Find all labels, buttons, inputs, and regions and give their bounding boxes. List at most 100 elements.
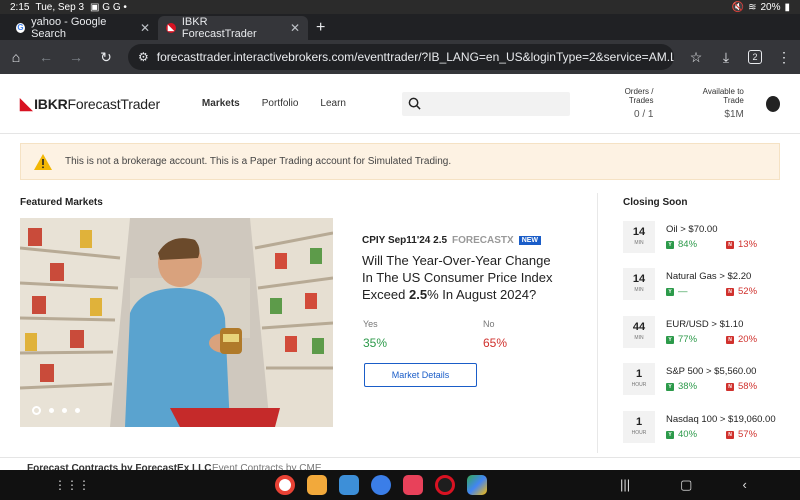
address-bar[interactable]: ⚙ forecasttrader.interactivebrokers.com/… (128, 44, 674, 70)
market-details-button[interactable]: Market Details (364, 363, 477, 387)
yes-price[interactable]: Y 77% (666, 334, 708, 345)
camera-icon[interactable] (403, 475, 423, 495)
banner-text: This is not a brokerage account. This is… (65, 156, 452, 167)
browser-tab-ibkr[interactable]: ◣ IBKR ForecastTrader ✕ (158, 16, 308, 40)
tab-switcher-button[interactable]: 2 (748, 50, 762, 64)
carousel-dot[interactable] (49, 408, 54, 413)
play-store-icon[interactable] (467, 475, 487, 495)
no-icon: N (726, 240, 734, 249)
download-icon[interactable]: ⤓ (718, 49, 734, 66)
closing-item-eur-usd[interactable]: 44 MIN EUR/USD > $1.10 Y 77% N 20% (623, 316, 788, 350)
yes-price[interactable]: 35% (363, 336, 387, 350)
time-remaining: 14 MIN (623, 221, 655, 253)
browser-toolbar: ⌂ ← → ↻ ⚙ forecasttrader.interactivebrok… (0, 40, 800, 74)
google-icon: G (16, 23, 26, 33)
user-account-icon[interactable] (765, 95, 780, 112)
contract-title: Natural Gas > $2.20 (666, 271, 752, 282)
grocery-shopper-image (20, 218, 333, 427)
ibkr-app-icon[interactable] (435, 475, 455, 495)
yes-label: Yes (363, 319, 378, 329)
yes-icon: Y (666, 240, 674, 249)
paper-trading-banner: This is not a brokerage account. This is… (20, 143, 780, 180)
search-input[interactable] (402, 91, 571, 116)
carousel-dot[interactable] (62, 408, 67, 413)
no-price[interactable]: N 13% (726, 239, 768, 250)
home-button-icon[interactable]: ▢ (680, 477, 692, 493)
back-button-icon[interactable]: ‹ (742, 477, 746, 493)
warning-icon (34, 153, 52, 170)
battery-level: 20% (760, 1, 781, 13)
contract-title: S&P 500 > $5,560.00 (666, 366, 757, 377)
home-icon[interactable]: ⌂ (8, 49, 24, 65)
site-settings-icon[interactable]: ⚙ (138, 50, 149, 64)
close-icon[interactable]: ✕ (290, 21, 300, 35)
site-header: ◣ IBKR ForecastTrader Markets Portfolio L… (0, 74, 800, 134)
contract-title: Nasdaq 100 > $19,060.00 (666, 414, 776, 425)
carousel-dots[interactable] (32, 406, 80, 415)
close-icon[interactable]: ✕ (140, 21, 150, 35)
no-price[interactable]: N 58% (726, 381, 768, 392)
closing-item-natural-gas[interactable]: 14 MIN Natural Gas > $2.20 Y — N 52% (623, 268, 788, 302)
ibkr-favicon-icon: ◣ (166, 23, 176, 33)
yes-icon: Y (666, 382, 674, 391)
battery-icon: ▮ (784, 1, 790, 13)
orders-trades[interactable]: Orders / Trades 0 / 1 (604, 87, 654, 120)
no-price[interactable]: 65% (483, 336, 507, 350)
nav-learn[interactable]: Learn (320, 98, 346, 109)
yes-price[interactable]: Y 40% (666, 429, 708, 440)
contract-type-tabs: Forecast Contracts by ForecastEx LLC Eve… (0, 457, 800, 471)
calendar-icon[interactable] (339, 475, 359, 495)
carousel-dot[interactable] (32, 406, 41, 415)
no-icon: N (726, 335, 734, 344)
yes-price[interactable]: Y 38% (666, 381, 708, 392)
no-price[interactable]: N 20% (726, 334, 768, 345)
bookmark-star-icon[interactable]: ☆ (688, 49, 704, 66)
nav-portfolio[interactable]: Portfolio (262, 98, 299, 109)
yes-icon: Y (666, 287, 674, 296)
new-tab-icon[interactable]: + (308, 19, 333, 40)
search-icon (408, 97, 421, 110)
closing-item-sp500[interactable]: 1 HOUR S&P 500 > $5,560.00 Y 38% N 58% (623, 363, 788, 397)
app-drawer-icon[interactable]: ⋮⋮⋮ (54, 478, 90, 492)
market-question[interactable]: Will The Year-Over-Year Change In The US… (362, 252, 562, 303)
date: Tue, Sep 3 (35, 1, 85, 13)
carousel-dot[interactable] (75, 408, 80, 413)
time-remaining: 1 HOUR (623, 411, 655, 443)
yes-price[interactable]: Y — (666, 286, 708, 297)
time-remaining: 1 HOUR (623, 363, 655, 395)
featured-market-image[interactable] (20, 218, 333, 427)
browser-tab-google[interactable]: G yahoo - Google Search ✕ (8, 16, 158, 40)
no-price[interactable]: N 52% (726, 286, 768, 297)
yes-icon: Y (666, 335, 674, 344)
closing-item-nasdaq100[interactable]: 1 HOUR Nasdaq 100 > $19,060.00 Y 40% N 57% (623, 411, 788, 445)
new-badge: NEW (518, 236, 542, 245)
yes-price[interactable]: Y 84% (666, 239, 708, 250)
no-icon: N (726, 382, 734, 391)
no-icon: N (726, 430, 734, 439)
wifi-icon: ≋ (748, 1, 757, 13)
menu-icon[interactable]: ⋮ (776, 49, 792, 66)
forward-icon[interactable]: → (68, 49, 84, 65)
browser-tab-strip: G yahoo - Google Search ✕ ◣ IBKR Forecas… (0, 14, 800, 40)
messages-icon[interactable] (371, 475, 391, 495)
chrome-icon[interactable] (275, 475, 295, 495)
tab-label: yahoo - Google Search (31, 16, 107, 40)
closing-item-oil[interactable]: 14 MIN Oil > $70.00 Y 84% N 13% (623, 221, 788, 255)
nav-markets[interactable]: Markets (202, 98, 240, 109)
ibkr-logo[interactable]: ◣ IBKR ForecastTrader (20, 94, 160, 114)
contract-title: Oil > $70.00 (666, 224, 718, 235)
available-to-trade: Available to Trade $1M (702, 87, 744, 120)
yes-icon: Y (666, 430, 674, 439)
notification-icons: ▣ G G • (90, 1, 127, 13)
recents-icon[interactable]: ||| (620, 477, 630, 493)
time-remaining: 14 MIN (623, 268, 655, 300)
files-icon[interactable] (307, 475, 327, 495)
back-icon[interactable]: ← (38, 49, 54, 65)
no-icon: N (726, 287, 734, 296)
time-remaining: 44 MIN (623, 316, 655, 348)
column-divider (597, 193, 598, 453)
tab-label: IBKR ForecastTrader (181, 16, 257, 40)
mute-icon: 🔇 (731, 1, 745, 13)
reload-icon[interactable]: ↻ (98, 49, 114, 66)
no-price[interactable]: N 57% (726, 429, 768, 440)
